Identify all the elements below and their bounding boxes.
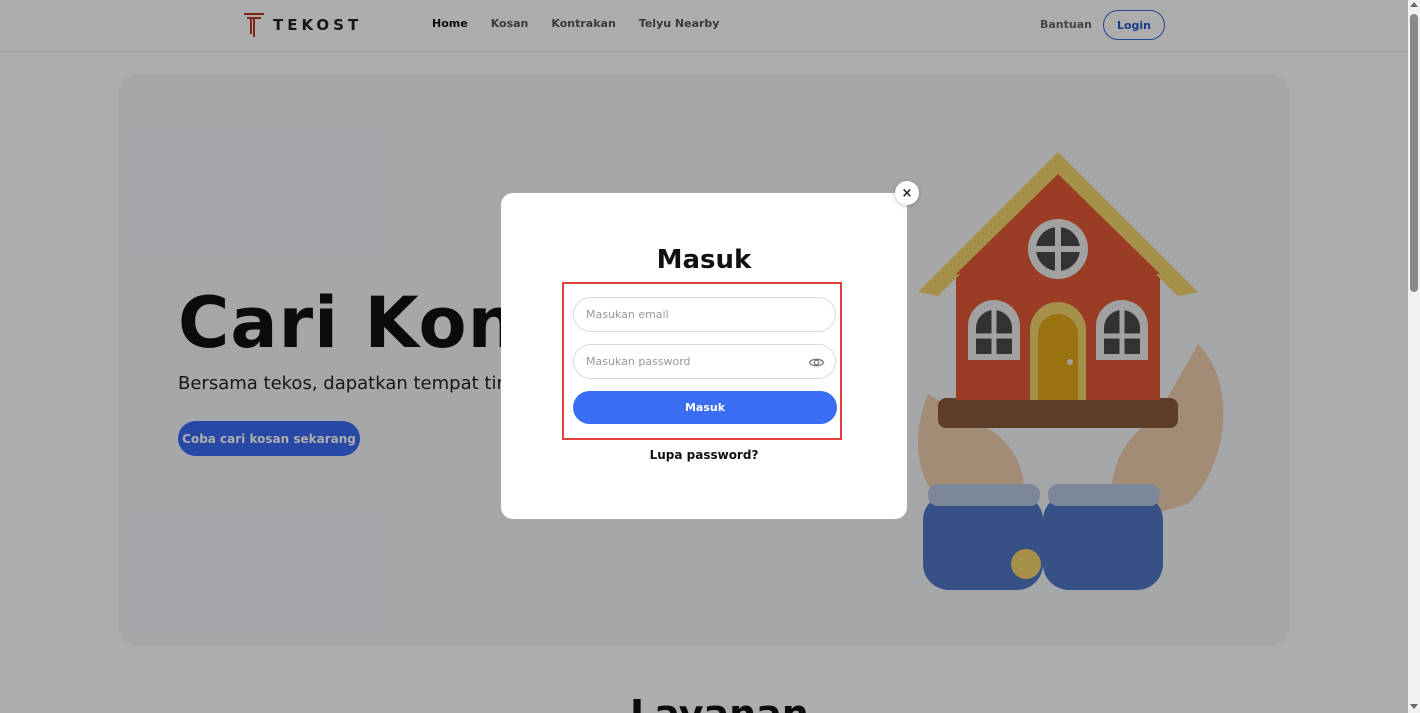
scroll-up-arrow-icon[interactable] (1410, 2, 1418, 7)
login-modal: Masuk Masukan email Masukan password Mas… (501, 193, 907, 519)
modal-title: Masuk (656, 245, 752, 275)
close-icon[interactable]: × (895, 181, 919, 205)
scroll-down-arrow-icon[interactable] (1410, 704, 1418, 709)
password-placeholder: Masukan password (586, 355, 691, 368)
scrollbar-thumb[interactable] (1410, 14, 1418, 292)
email-field[interactable]: Masukan email (573, 297, 836, 332)
login-form: Masukan email Masukan password Masuk (562, 282, 842, 440)
submit-login-button[interactable]: Masuk (573, 391, 837, 424)
page-scrollbar[interactable] (1408, 0, 1420, 713)
forgot-password-link[interactable]: Lupa password? (501, 448, 907, 462)
password-field[interactable]: Masukan password (573, 344, 836, 379)
eye-icon[interactable] (808, 354, 825, 371)
